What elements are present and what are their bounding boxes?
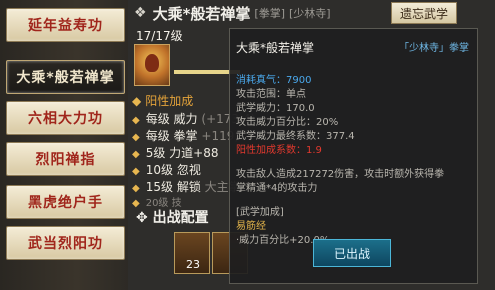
tooltip-bonus-title: [武学加成] <box>236 207 284 218</box>
tooltip-stat: 攻击威力百分比：20% <box>236 117 339 128</box>
effect-text: 威力 <box>173 112 198 126</box>
sidebar-item-liuxiang[interactable]: 六相大力功 <box>6 101 125 135</box>
sidebar-item-heihu[interactable]: 黑虎绝户手 <box>6 185 125 219</box>
skill-title-row: ❖ 大乘*般若禅掌 [拳掌] [少林寺] <box>134 2 331 24</box>
bullet-icon: ◆ <box>132 166 140 177</box>
crossed-swords-icon: ✥ <box>136 210 148 226</box>
skill-type-tag: [拳掌] <box>254 7 286 20</box>
tooltip-desc: 攻击敌人造成217272伤害，攻击时额外获得拳 <box>236 169 445 180</box>
sidebar-item-label: 延年益寿功 <box>28 18 103 34</box>
sidebar-item-label: 大乘*般若禅掌 <box>16 70 115 86</box>
yang-bonus-row: ◆ 阳性加成 <box>132 92 193 109</box>
sidebar-item-dacheng[interactable]: 大乘*般若禅掌 <box>6 60 125 94</box>
skill-title: 大乘*般若禅掌 <box>152 4 251 23</box>
effect-text: 解锁 <box>176 180 201 194</box>
sidebar-item-yannian[interactable]: 延年益寿功 <box>6 8 125 42</box>
tooltip-desc: 掌精通*4的攻击力 <box>236 183 318 194</box>
skill-portrait-icon[interactable] <box>134 44 170 86</box>
yang-bonus-label: 阳性加成 <box>145 94 194 108</box>
bullet-icon: ◆ <box>132 132 140 143</box>
effect-level: 10级 <box>145 163 173 177</box>
effect-line: ◆ 每级 拳掌 +119) <box>132 127 239 144</box>
tooltip-sect: 「少林寺」拳掌 <box>399 43 469 54</box>
diamond-icon: ❖ <box>134 5 147 21</box>
effect-level: 15级 <box>145 180 173 194</box>
sidebar-item-label: 烈阳禅指 <box>35 152 96 168</box>
skill-sect-tag: [少林寺] <box>289 7 331 20</box>
effect-line: ◆ 5级 力道+88 <box>132 144 219 161</box>
skill-level: 17/17级 <box>136 29 183 43</box>
tooltip-stat: 消耗真气：7900 <box>236 75 312 86</box>
tooltip-stat: 武学威力：170.0 <box>236 103 315 114</box>
tooltip-stat: 攻击范围：单点 <box>236 89 306 100</box>
bullet-icon: ◆ <box>132 94 142 108</box>
effect-text: 忽视 <box>176 163 201 177</box>
effect-level: 每级 <box>145 112 170 126</box>
sidebar-item-lieyang[interactable]: 烈阳禅指 <box>6 142 125 176</box>
tooltip-bonus-skill: 易筋经 <box>236 221 266 232</box>
sidebar-item-label: 六相大力功 <box>28 111 103 127</box>
skill-list-sidebar: 延年益寿功 大乘*般若禅掌 六相大力功 烈阳禅指 黑虎绝户手 武当烈阳功 <box>0 0 128 290</box>
sidebar-item-label: 武当烈阳功 <box>28 236 103 252</box>
effect-text: 拳掌 <box>173 129 198 143</box>
effect-text: 力道+88 <box>169 146 219 160</box>
effect-line: ◆ 15级 解锁 大主掌 <box>132 178 241 195</box>
effect-line: ◆ 10级 忽视 <box>132 161 201 178</box>
bullet-icon: ◆ <box>132 183 140 194</box>
effect-level: 每级 <box>145 129 170 143</box>
forget-skill-button[interactable]: 遗忘武学 <box>391 2 457 24</box>
effect-level: 5级 <box>145 146 166 160</box>
tooltip-stat: 武学威力最终系数：377.4 <box>236 131 355 142</box>
slot-badge: 23 <box>186 258 200 271</box>
bullet-icon: ◆ <box>132 115 140 126</box>
sidebar-item-wudang[interactable]: 武当烈阳功 <box>6 226 125 260</box>
battle-config-title: ✥ 出战配置 <box>136 207 209 227</box>
battle-config-label: 出战配置 <box>152 210 209 226</box>
forget-skill-label: 遗忘武学 <box>399 6 448 21</box>
deployed-button[interactable]: 已出战 <box>313 239 391 267</box>
tooltip-skill-name: 大乘*般若禅掌 <box>236 41 315 55</box>
sidebar-item-label: 黑虎绝户手 <box>28 195 103 211</box>
bullet-icon: ◆ <box>132 149 140 160</box>
deployed-label: 已出战 <box>333 246 370 261</box>
skill-tooltip: 大乘*般若禅掌 「少林寺」拳掌 消耗真气：7900 攻击范围：单点 武学威力：1… <box>229 28 478 284</box>
tooltip-stat: 阳性加成系数：1.9 <box>236 145 322 156</box>
